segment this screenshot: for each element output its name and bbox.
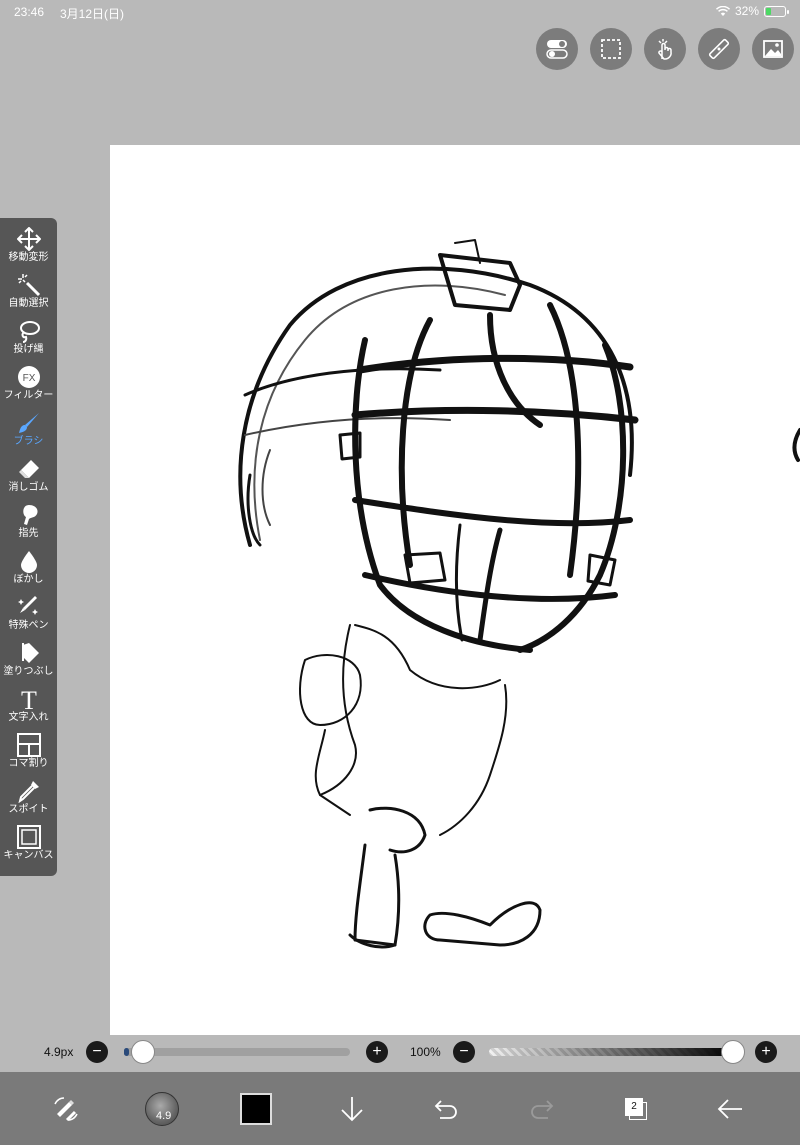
tool-blur[interactable]: ぼかし [0,548,57,594]
left-toolbar: 移動変形自動選択投げ縄 FX フィルターブラシ消しゴム指先ぼかし特殊ペン塗りつぶし T… [0,218,57,876]
magic-wand-icon [16,272,42,298]
tool-label: コマ割り [8,758,49,769]
layers-button[interactable]: 2 [610,1072,662,1145]
toggle-icon[interactable] [536,28,578,70]
color-swatch [240,1092,272,1125]
blur-icon [16,548,42,574]
sketch-artwork [238,239,800,949]
back-arrow-icon[interactable] [704,1072,756,1145]
bottom-toolbar: 4.9 2 [0,1072,800,1145]
battery-percent: 32% [734,4,759,18]
text-icon: T [16,686,42,712]
tool-label: キャンバス [3,850,54,861]
brush-size-label: 4.9px [44,1045,74,1059]
top-toolbar [536,28,794,70]
fx-icon: FX [16,364,42,390]
brush-size-fill [124,1048,129,1056]
layers-icon: 2 [624,1097,648,1121]
special-pen-icon [16,594,42,620]
tool-label: ぼかし [13,574,44,585]
battery-fill [766,7,772,15]
tool-text[interactable]: T 文字入れ [0,686,57,732]
tool-lasso[interactable]: 投げ縄 [0,318,57,364]
color-button[interactable] [230,1072,282,1145]
move-transform-icon [16,226,42,252]
opacity-knob[interactable] [721,1040,745,1064]
tool-panel-divide[interactable]: コマ割り [0,732,57,778]
tool-label: 文字入れ [8,712,49,723]
status-right: 32% [715,4,789,18]
tool-fill[interactable]: 塗りつぶし [0,640,57,686]
opacity-slider[interactable] [489,1048,733,1056]
tool-eraser[interactable]: 消しゴム [0,456,57,502]
opacity-decrease-button[interactable]: − [453,1041,475,1063]
brush-icon [16,410,42,436]
tool-label: 特殊ペン [8,620,49,631]
undo-icon[interactable] [420,1072,472,1145]
tool-label: 塗りつぶし [3,666,54,677]
drawing-canvas[interactable] [110,145,800,1035]
svg-text:T: T [21,687,37,711]
lasso-icon [16,318,42,344]
status-time: 23:46 [14,5,45,19]
brush-preview-button[interactable]: 4.9 [136,1072,188,1145]
tool-label: 投げ縄 [13,344,44,355]
tool-label: 自動選択 [8,298,49,309]
gesture-icon[interactable] [644,28,686,70]
brush-preview: 4.9 [145,1091,179,1126]
status-bar: 23:46 3月12日(日) 32% [0,0,800,22]
download-arrow-icon[interactable] [326,1072,378,1145]
brush-size-knob[interactable] [130,1040,155,1064]
brush-preview-size: 4.9 [156,1109,172,1122]
opacity-increase-button[interactable]: + [755,1041,777,1063]
tool-label: ブラシ [13,436,44,447]
brush-size-slider[interactable] [124,1048,350,1056]
redo-icon[interactable] [516,1072,568,1145]
finger-icon [16,502,42,528]
tool-magic-wand[interactable]: 自動選択 [0,272,57,318]
battery-icon [764,5,789,17]
fill-icon [16,640,42,666]
canvas-icon [16,824,42,850]
tool-label: 移動変形 [8,252,49,263]
status-date: 3月12日(日) [60,7,125,21]
slider-row: 4.9px − + 100% − + [0,1035,800,1071]
tool-special-pen[interactable]: 特殊ペン [0,594,57,640]
tool-brush[interactable]: ブラシ [0,410,57,456]
eyedropper-icon [16,778,42,804]
opacity-label: 100% [410,1045,441,1059]
svg-text:FX: FX [22,373,35,384]
tool-label: 指先 [18,528,39,539]
image-icon[interactable] [752,28,794,70]
tool-move-transform[interactable]: 移動変形 [0,226,57,272]
layer-count: 2 [625,1097,643,1116]
tool-finger[interactable]: 指先 [0,502,57,548]
eraser-icon [16,456,42,482]
tool-eyedropper[interactable]: スポイト [0,778,57,824]
tool-label: スポイト [8,804,49,815]
tool-fx[interactable]: FX フィルター [0,364,57,410]
wifi-icon [715,5,730,16]
tool-label: 消しゴム [8,482,49,493]
brush-size-increase-button[interactable]: + [366,1041,388,1063]
tool-label: フィルター [3,390,54,401]
selection-icon[interactable] [590,28,632,70]
brush-eraser-switch-icon[interactable] [40,1072,92,1145]
ruler-icon[interactable] [698,28,740,70]
panel-divide-icon [16,732,42,758]
tool-canvas[interactable]: キャンバス [0,824,57,870]
brush-size-decrease-button[interactable]: − [86,1041,108,1063]
